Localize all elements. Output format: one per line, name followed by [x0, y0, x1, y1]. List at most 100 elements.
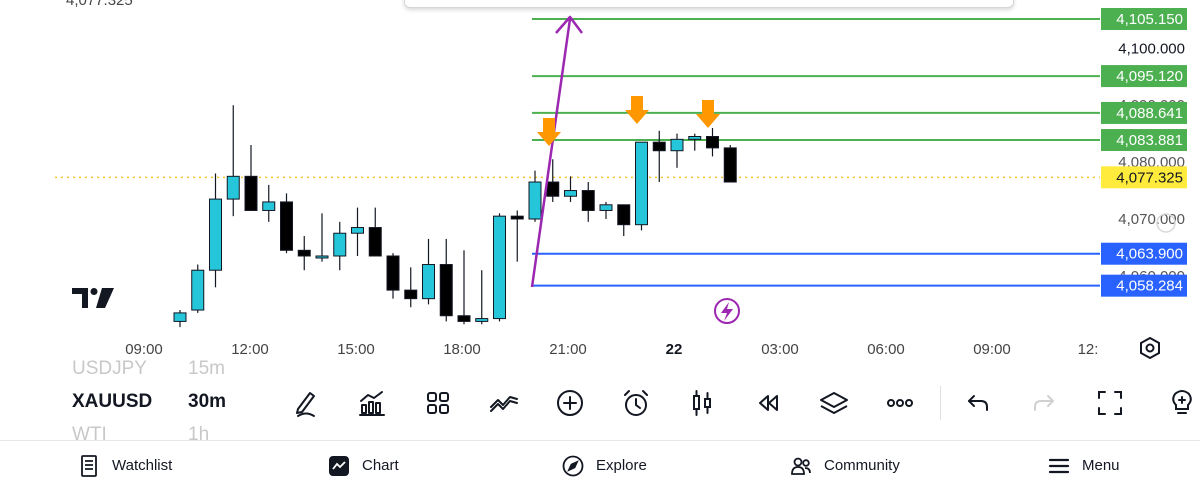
- candle-type-button[interactable]: [684, 385, 720, 421]
- symbol-row-prev[interactable]: USDJPY 15m: [72, 358, 252, 384]
- candle-body: [422, 264, 435, 300]
- time-axis-label: 22: [666, 341, 683, 358]
- more-icon: [887, 399, 913, 407]
- fullscreen-icon: [1098, 391, 1122, 415]
- fullscreen-button[interactable]: [1092, 385, 1128, 421]
- level-label: 4,058.284: [1116, 278, 1183, 295]
- nav-community[interactable]: Community: [790, 441, 900, 490]
- candle-body: [262, 201, 276, 211]
- candle-body: [546, 181, 560, 197]
- add-symbol-icon: [557, 390, 583, 416]
- candle-body: [617, 204, 631, 226]
- drawing-tools-button[interactable]: [288, 385, 324, 421]
- level-label: 4,088.641: [1116, 105, 1183, 122]
- hamburger-menu-icon: [1048, 455, 1070, 477]
- community-icon: [790, 455, 812, 477]
- chart-icon: [328, 455, 350, 477]
- compass-icon: [562, 455, 584, 477]
- time-axis-label: 18:00: [443, 341, 481, 358]
- candle-body: [581, 190, 595, 211]
- symbol-name: XAUUSD: [72, 391, 153, 412]
- candle-body: [404, 289, 418, 300]
- level-label: 4,095.120: [1116, 68, 1183, 85]
- symbol-timeframe: 1h: [188, 424, 210, 440]
- nav-community-label: Community: [824, 457, 900, 474]
- candle-body: [706, 135, 719, 149]
- down-arrow-icon: [625, 96, 649, 124]
- hexagon-settings-dot: [1145, 343, 1155, 353]
- lightning-icon-bolt: [721, 302, 733, 321]
- candle-body: [297, 249, 311, 257]
- candle-body: [226, 175, 240, 200]
- bottom-navigation: Watchlist Chart Explore Community Menu: [0, 440, 1200, 490]
- price-chart[interactable]: 4,100.0004,090.0004,080.0004,070.0004,06…: [0, 0, 1200, 370]
- time-axis-label: 03:00: [761, 341, 799, 358]
- time-axis-label: 06:00: [867, 341, 905, 358]
- layers-button[interactable]: [816, 385, 852, 421]
- candle-body: [528, 181, 542, 220]
- replay-icon: [759, 395, 778, 411]
- candle-body: [439, 264, 453, 317]
- symbol-row-active[interactable]: XAUUSD 30m: [72, 391, 252, 417]
- drawing-tools-icon: [296, 392, 315, 417]
- nav-explore[interactable]: Explore: [562, 441, 647, 490]
- compare-icon: [490, 396, 518, 412]
- symbol-row-next[interactable]: WTI 1h: [72, 424, 252, 440]
- symbol-name: USDJPY: [72, 358, 147, 379]
- time-axis-label: 09:00: [973, 341, 1011, 358]
- undo-button[interactable]: [960, 385, 996, 421]
- candle-type-icon: [693, 390, 711, 416]
- symbol-picker[interactable]: USDJPY 15m XAUUSD 30m WTI 1h: [72, 358, 252, 440]
- time-axis-label: 12:00: [231, 341, 269, 358]
- more-button[interactable]: [882, 385, 918, 421]
- candle-body: [475, 318, 489, 322]
- nav-watchlist[interactable]: Watchlist: [78, 441, 172, 490]
- redo-icon: [1034, 395, 1054, 411]
- nav-menu[interactable]: Menu: [1048, 441, 1120, 490]
- undo-icon: [968, 395, 988, 411]
- redo-button[interactable]: [1026, 385, 1062, 421]
- candle-body: [333, 232, 347, 257]
- layouts-button[interactable]: [420, 385, 456, 421]
- indicators-button[interactable]: [354, 385, 390, 421]
- time-axis-label: 12:: [1078, 341, 1099, 358]
- nav-watchlist-label: Watchlist: [112, 457, 173, 474]
- candle-body: [351, 227, 364, 234]
- hexagon-settings-icon: [1140, 336, 1160, 360]
- candle-body: [670, 138, 684, 152]
- candle-body: [191, 269, 205, 311]
- alert-button[interactable]: [618, 385, 654, 421]
- alert-icon: [624, 390, 648, 416]
- time-axis-label: 21:00: [549, 341, 587, 358]
- partial-price-label: 4,077.325: [66, 0, 133, 9]
- candle-body: [688, 135, 702, 140]
- nav-chart[interactable]: Chart: [328, 441, 399, 490]
- chart-area[interactable]: 4,100.0004,090.0004,080.0004,070.0004,06…: [0, 0, 1200, 370]
- candle-body: [280, 201, 293, 251]
- candle-body: [209, 198, 222, 271]
- level-label: 4,105.150: [1116, 11, 1183, 28]
- candle-body: [493, 215, 506, 320]
- watchlist-icon: [78, 454, 100, 477]
- current-price-label: 4,077.325: [1116, 169, 1183, 186]
- candle-body: [599, 204, 613, 211]
- time-axis-label: 09:00: [125, 341, 163, 358]
- candle-body: [652, 141, 666, 152]
- ideas-icon: [1172, 390, 1192, 414]
- replay-button[interactable]: [750, 385, 786, 421]
- candle-body: [244, 175, 258, 211]
- candle-body: [635, 141, 648, 226]
- nav-chart-label: Chart: [362, 457, 399, 474]
- candle-body: [315, 255, 329, 259]
- nav-menu-label: Menu: [1082, 457, 1120, 474]
- nav-explore-label: Explore: [596, 457, 647, 474]
- tradingview-logo: [72, 288, 114, 313]
- layers-icon: [820, 392, 848, 414]
- add-symbol-button[interactable]: [552, 385, 588, 421]
- down-arrow-icon: [696, 100, 720, 128]
- time-axis-label: 15:00: [337, 341, 375, 358]
- ideas-button[interactable]: [1166, 385, 1200, 421]
- candle-body: [386, 255, 400, 291]
- symbol-timeframe: 15m: [188, 358, 225, 379]
- compare-button[interactable]: [486, 385, 522, 421]
